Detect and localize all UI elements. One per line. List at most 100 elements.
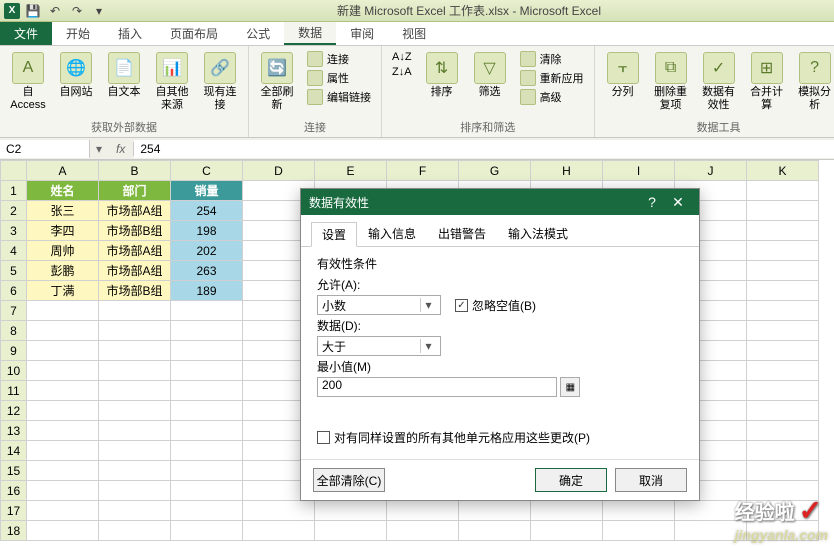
row-header[interactable]: 14 [1, 441, 27, 461]
cell[interactable]: 市场部B组 [99, 281, 171, 301]
existing-conn-button[interactable]: 🔗现有连接 [198, 50, 242, 114]
cell[interactable] [747, 201, 819, 221]
sort-button[interactable]: ⇅排序 [420, 50, 464, 101]
save-icon[interactable]: 💾 [24, 2, 42, 20]
row-header[interactable]: 17 [1, 501, 27, 521]
col-header[interactable]: F [387, 161, 459, 181]
cell[interactable] [747, 441, 819, 461]
cell[interactable] [99, 421, 171, 441]
row-header[interactable]: 1 [1, 181, 27, 201]
tab-input-message[interactable]: 输入信息 [357, 221, 427, 246]
cell[interactable] [315, 521, 387, 541]
from-text-button[interactable]: 📄自文本 [102, 50, 146, 101]
name-box-dropdown-icon[interactable]: ▾ [90, 142, 108, 156]
cell[interactable] [27, 441, 99, 461]
col-header[interactable]: H [531, 161, 603, 181]
cell[interactable]: 189 [171, 281, 243, 301]
refresh-all-button[interactable]: 🔄全部刷新 [255, 50, 299, 114]
tab-ime-mode[interactable]: 输入法模式 [497, 221, 579, 246]
row-header[interactable]: 13 [1, 421, 27, 441]
row-header[interactable]: 16 [1, 481, 27, 501]
cell[interactable] [99, 301, 171, 321]
row-header[interactable]: 6 [1, 281, 27, 301]
cell[interactable] [171, 341, 243, 361]
cell[interactable]: 市场部A组 [99, 241, 171, 261]
cell[interactable] [99, 461, 171, 481]
cell[interactable] [747, 401, 819, 421]
cell[interactable] [27, 321, 99, 341]
col-header[interactable]: B [99, 161, 171, 181]
cell[interactable] [171, 421, 243, 441]
cell[interactable] [531, 521, 603, 541]
cell[interactable] [747, 421, 819, 441]
tab-home[interactable]: 开始 [52, 22, 104, 45]
cell[interactable] [603, 501, 675, 521]
fx-icon[interactable]: fx [108, 142, 134, 156]
col-header[interactable]: A [27, 161, 99, 181]
min-value-input[interactable]: 200 [317, 377, 557, 397]
row-header[interactable]: 11 [1, 381, 27, 401]
cell[interactable]: 263 [171, 261, 243, 281]
cell[interactable] [387, 501, 459, 521]
col-header[interactable]: I [603, 161, 675, 181]
cell[interactable] [27, 401, 99, 421]
cell[interactable]: 周帅 [27, 241, 99, 261]
whatif-button[interactable]: ?模拟分析 [793, 50, 834, 114]
cell[interactable] [171, 401, 243, 421]
cell[interactable]: 市场部B组 [99, 221, 171, 241]
cell[interactable] [387, 521, 459, 541]
cell[interactable] [99, 381, 171, 401]
cell[interactable] [27, 421, 99, 441]
cell[interactable] [99, 401, 171, 421]
cell[interactable] [27, 341, 99, 361]
cell[interactable] [459, 501, 531, 521]
cell[interactable] [99, 341, 171, 361]
cell[interactable] [171, 361, 243, 381]
tab-settings[interactable]: 设置 [311, 222, 357, 247]
cell[interactable] [747, 461, 819, 481]
row-header[interactable]: 8 [1, 321, 27, 341]
connections-button[interactable]: 连接 [303, 50, 375, 68]
cell[interactable] [171, 521, 243, 541]
cell[interactable] [27, 301, 99, 321]
from-other-button[interactable]: 📊自其他来源 [150, 50, 194, 114]
cell[interactable] [531, 501, 603, 521]
row-header[interactable]: 9 [1, 341, 27, 361]
tab-layout[interactable]: 页面布局 [156, 22, 232, 45]
cell[interactable]: 销量 [171, 181, 243, 201]
cell[interactable] [27, 381, 99, 401]
close-button[interactable]: ✕ [665, 192, 691, 212]
reapply-button[interactable]: 重新应用 [516, 69, 588, 87]
row-header[interactable]: 7 [1, 301, 27, 321]
cell[interactable] [27, 461, 99, 481]
col-header[interactable]: G [459, 161, 531, 181]
cell[interactable] [99, 321, 171, 341]
cell[interactable] [171, 501, 243, 521]
cell[interactable] [27, 521, 99, 541]
select-all-cell[interactable] [1, 161, 27, 181]
cell[interactable]: 市场部A组 [99, 201, 171, 221]
tab-review[interactable]: 审阅 [336, 22, 388, 45]
cell[interactable] [99, 361, 171, 381]
cell[interactable] [747, 321, 819, 341]
cell[interactable] [27, 361, 99, 381]
cell[interactable] [747, 181, 819, 201]
remove-dup-button[interactable]: ⧉删除重复项 [649, 50, 693, 114]
formula-input[interactable]: 254 [134, 140, 834, 158]
row-header[interactable]: 3 [1, 221, 27, 241]
dialog-titlebar[interactable]: 数据有效性 ? ✕ [301, 189, 699, 215]
consolidate-button[interactable]: ⊞合并计算 [745, 50, 789, 114]
cell[interactable] [747, 381, 819, 401]
cell[interactable] [171, 321, 243, 341]
col-header[interactable]: J [675, 161, 747, 181]
cell[interactable] [243, 501, 315, 521]
cell[interactable] [99, 481, 171, 501]
edit-links-button[interactable]: 编辑链接 [303, 88, 375, 106]
data-select[interactable]: 大于 ▾ [317, 336, 441, 356]
cell[interactable] [747, 341, 819, 361]
cell[interactable] [747, 361, 819, 381]
row-header[interactable]: 2 [1, 201, 27, 221]
help-button[interactable]: ? [639, 192, 665, 212]
cell[interactable] [27, 501, 99, 521]
cell[interactable] [99, 521, 171, 541]
